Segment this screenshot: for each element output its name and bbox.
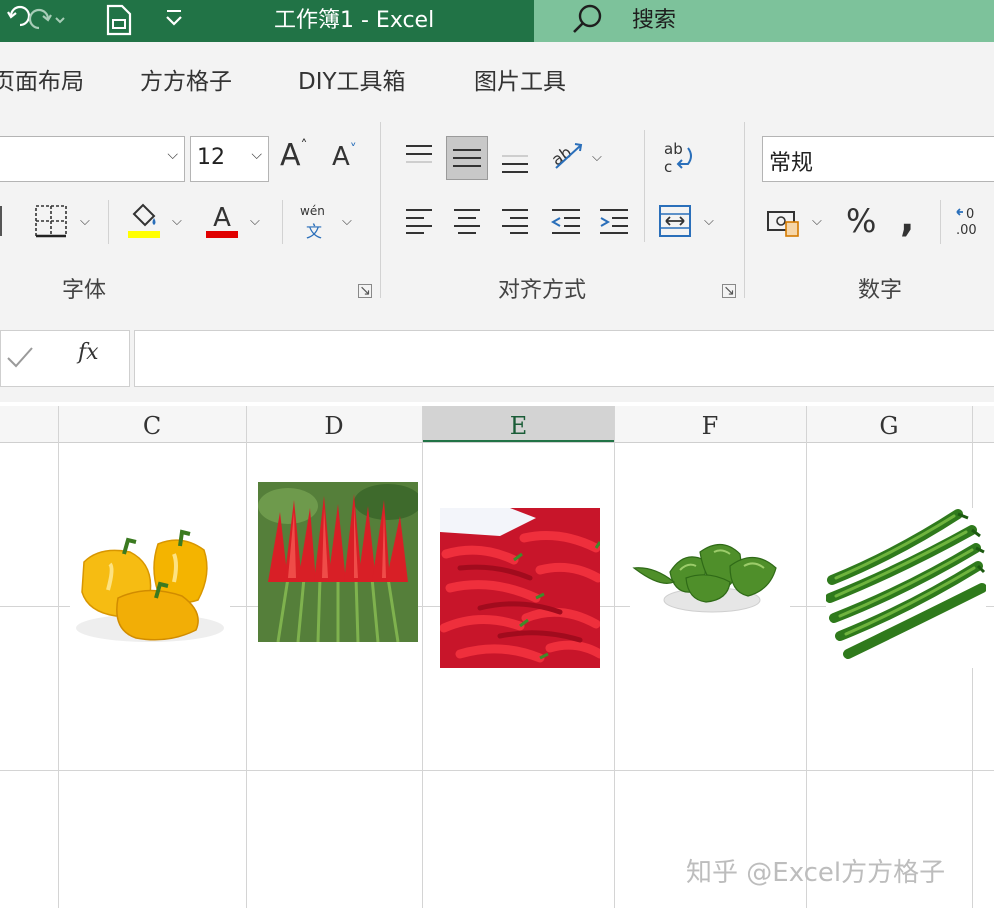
decrease-font-size-icon[interactable]: A˅	[332, 142, 357, 172]
percent-style-icon[interactable]: %	[846, 202, 876, 240]
font-size-combo[interactable]: 12 ⌵	[190, 136, 269, 182]
svg-text:ab: ab	[548, 142, 575, 169]
save-icon[interactable]	[104, 4, 134, 40]
separator	[744, 122, 745, 298]
align-bottom-icon[interactable]	[500, 148, 530, 180]
image-red-chilies-pile[interactable]	[440, 508, 600, 668]
formula-input[interactable]	[134, 330, 994, 387]
gridline	[422, 406, 423, 908]
column-header-c[interactable]: C	[58, 406, 246, 442]
increase-font-size-icon[interactable]: A˄	[280, 138, 308, 173]
redo-icon[interactable]	[26, 6, 66, 38]
column-header-d[interactable]: D	[246, 406, 422, 442]
gridline	[614, 406, 615, 908]
align-left-icon[interactable]	[404, 206, 434, 238]
gridline	[58, 406, 59, 908]
watermark: 知乎 @Excel方方格子	[686, 858, 946, 888]
chevron-down-icon[interactable]: ⌵	[167, 147, 178, 163]
group-label-alignment: 对齐方式	[498, 278, 587, 303]
partial-button-edge	[0, 206, 6, 236]
svg-text:.00: .00	[956, 223, 977, 238]
chevron-down-icon[interactable]: ⌵	[592, 150, 602, 165]
tab-fangfang-gezi[interactable]: 方方格子	[140, 62, 232, 96]
column-header-f[interactable]: F	[614, 406, 806, 442]
enter-check-icon[interactable]	[6, 344, 34, 374]
svg-text:ab: ab	[664, 140, 683, 158]
group-label-font: 字体	[62, 278, 107, 303]
chevron-down-icon[interactable]: ⌵	[250, 214, 260, 229]
search-label: 搜索	[632, 8, 677, 33]
phonetic-guide-label: wén	[300, 204, 325, 218]
chevron-down-icon[interactable]: ⌵	[704, 214, 714, 229]
increase-decimal-icon[interactable]: 0.00	[954, 204, 994, 242]
separator	[940, 200, 941, 244]
align-center-icon[interactable]	[452, 206, 482, 238]
column-header-e[interactable]: E	[423, 406, 614, 442]
font-dialog-launcher-icon[interactable]: ↘	[358, 284, 372, 298]
align-middle-icon	[453, 149, 481, 167]
align-top-icon[interactable]	[404, 142, 434, 172]
column-header-g[interactable]: G	[806, 406, 972, 442]
svg-text:A: A	[213, 203, 231, 233]
decrease-indent-icon[interactable]	[550, 206, 582, 238]
number-format-value: 常规	[769, 151, 814, 176]
chevron-down-icon[interactable]: ⌵	[342, 214, 352, 229]
accounting-format-icon[interactable]	[766, 208, 802, 242]
image-red-chili-plant[interactable]	[258, 482, 418, 642]
chevron-down-icon[interactable]: ⌵	[251, 147, 262, 163]
chevron-down-icon[interactable]: ⌵	[812, 214, 822, 229]
font-size-value: 12	[197, 145, 225, 170]
chevron-down-icon[interactable]: ⌵	[80, 214, 90, 229]
tab-picture-tools[interactable]: 图片工具	[474, 62, 566, 96]
tab-diy-toolbox[interactable]: DIY工具箱	[298, 62, 406, 96]
alignment-dialog-launcher-icon[interactable]: ↘	[722, 284, 736, 298]
align-middle-button[interactable]	[446, 136, 488, 180]
align-right-icon[interactable]	[500, 206, 530, 238]
gridline	[246, 406, 247, 908]
wrap-text-icon[interactable]: ab c	[662, 140, 696, 182]
chevron-down-icon[interactable]: ⌵	[172, 214, 182, 229]
separator	[108, 200, 109, 244]
phonetic-guide-icon[interactable]: 文	[306, 218, 322, 242]
separator	[282, 200, 283, 244]
font-color-icon[interactable]: A	[204, 202, 240, 244]
search-icon[interactable]	[570, 2, 606, 40]
window-title: 工作簿1 - Excel	[274, 8, 435, 33]
insert-function-icon[interactable]: fx	[78, 340, 99, 365]
separator	[380, 122, 381, 298]
fill-color-icon[interactable]	[126, 202, 162, 244]
group-label-number: 数字	[858, 278, 903, 303]
number-format-combo[interactable]: 常规	[762, 136, 994, 182]
gridline	[0, 770, 994, 771]
comma-style-icon[interactable]: ,	[900, 196, 914, 240]
customize-quick-access-icon[interactable]	[164, 8, 184, 34]
image-green-peppers-plate[interactable]	[630, 508, 790, 648]
svg-text:c: c	[664, 158, 672, 176]
tab-page-layout[interactable]: 页面布局	[0, 62, 84, 96]
font-name-combo[interactable]: ⌵	[0, 136, 185, 182]
increase-indent-icon[interactable]	[598, 206, 630, 238]
gridline	[806, 406, 807, 908]
separator	[644, 130, 645, 242]
merge-center-icon[interactable]	[658, 204, 692, 242]
borders-icon[interactable]	[34, 204, 68, 242]
orientation-icon[interactable]: ab	[548, 138, 588, 176]
svg-text:0: 0	[966, 207, 974, 222]
image-long-green-chilies[interactable]	[826, 508, 986, 668]
image-yellow-peppers[interactable]	[70, 512, 230, 652]
